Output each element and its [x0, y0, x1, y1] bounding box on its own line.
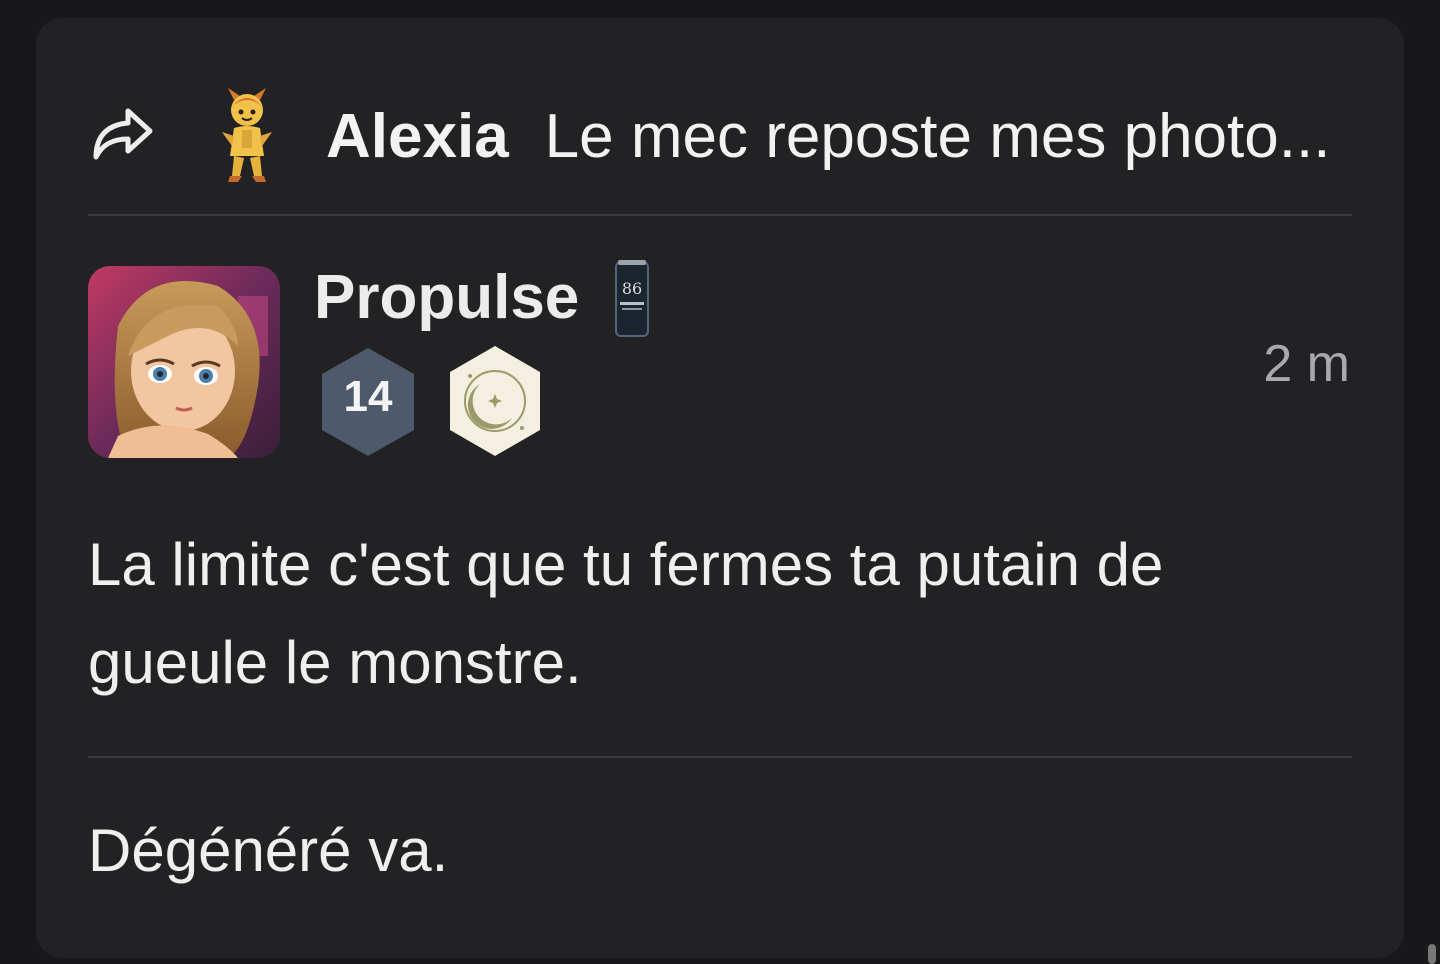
reply-author-avatar-icon	[212, 86, 282, 186]
scrollbar-thumb[interactable]	[1428, 944, 1436, 964]
user-avatar[interactable]	[88, 266, 280, 458]
timestamp: 2 m	[1263, 335, 1350, 393]
message-line: gueule le monstre.	[88, 629, 582, 696]
reply-snippet[interactable]: Le mec reposte mes photo...	[545, 101, 1331, 172]
username[interactable]: Propulse	[314, 262, 579, 333]
message-followup: Dégénéré va.	[88, 817, 449, 884]
reply-arrow-icon[interactable]	[88, 96, 168, 176]
svg-text:86: 86	[622, 279, 642, 298]
divider	[88, 214, 1352, 216]
comment-card: Alexia Le mec reposte mes photo... Propu…	[36, 18, 1404, 958]
moon-star-badge-icon	[440, 344, 550, 458]
reply-author-name[interactable]: Alexia	[326, 101, 509, 172]
divider	[88, 756, 1352, 758]
reply-preview[interactable]: Alexia Le mec reposte mes photo...	[88, 66, 1352, 206]
message-body: La limite c'est que tu fermes ta putain …	[88, 516, 1308, 712]
beer-can-icon: 86	[612, 258, 652, 340]
message-line: La limite c'est que tu fermes ta putain …	[88, 531, 1164, 598]
level-number: 14	[343, 372, 393, 421]
